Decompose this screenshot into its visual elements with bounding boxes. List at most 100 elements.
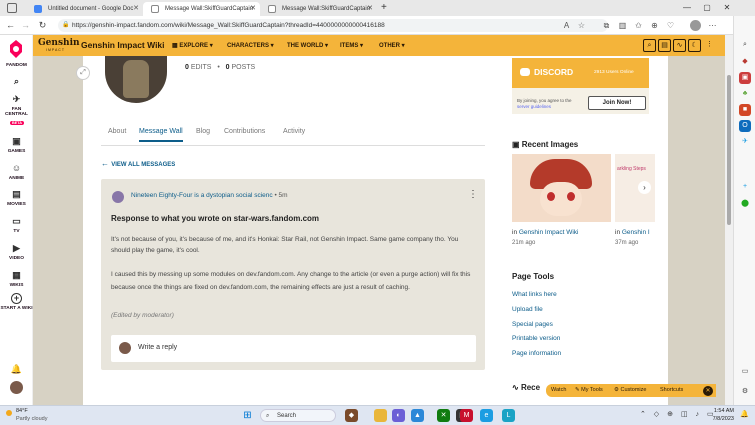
back-icon[interactable]: ← (4, 19, 17, 32)
favorites-icon[interactable]: ✩ (632, 19, 645, 32)
browser-tab-message-wall[interactable]: Message Wall:SkiffGuardCaptain ✕ (260, 2, 377, 16)
dark-mode-icon[interactable]: ☾ (688, 39, 701, 52)
wiki-search-icon[interactable]: ⌕ (643, 39, 656, 52)
sidebar-extra-icon[interactable]: ⬤ (739, 198, 751, 210)
wiki-logo[interactable]: Genshin IMPACT (38, 38, 80, 53)
more-menu-icon[interactable]: ⋮ (703, 39, 716, 52)
thread-author[interactable]: Nineteen Eighty-Four is a dystopian soci… (131, 192, 273, 199)
tools-icon[interactable]: ▣ (739, 72, 751, 84)
view-all-messages-link[interactable]: ← VIEW ALL MESSAGES (101, 159, 175, 168)
tray-icons[interactable]: ⌃ ◇ ⊕ ◫ ♪ ▭ (640, 410, 717, 418)
drop-icon[interactable]: ✈ (739, 136, 751, 148)
notifications-icon[interactable]: 🔔 (740, 410, 749, 418)
browser-essentials-icon[interactable]: ♡ (664, 19, 677, 32)
nav-characters[interactable]: CHARACTERS ▾ (227, 42, 274, 49)
wiki-activity-icon[interactable]: ∿ (673, 39, 686, 52)
page-tool-printable-version[interactable]: Printable version (512, 335, 560, 342)
taskbar-app-chat-icon[interactable]: ◐ (392, 409, 405, 422)
rail-item-anime[interactable]: ☺ ANIME (0, 162, 33, 181)
browser-tab-google-doc[interactable]: Untitled document - Google Doc ✕ (26, 2, 143, 16)
recent-image-1[interactable] (512, 154, 611, 222)
wiki-title[interactable]: Genshin Impact Wiki (81, 40, 165, 50)
collections-icon[interactable]: ⊕ (648, 19, 661, 32)
extensions-icon[interactable]: ⧉ (600, 19, 613, 32)
nav-the-world[interactable]: THE WORLD ▾ (287, 42, 328, 49)
my-tools-button[interactable]: ✎ My Tools (575, 384, 603, 397)
rail-item-wikis[interactable]: ▦ WIKIS (0, 269, 33, 288)
add-icon[interactable]: + (739, 181, 751, 193)
page-tool-page-information[interactable]: Page information (512, 350, 561, 357)
collapse-sidebar-icon[interactable]: ▭ (739, 366, 751, 378)
image-wiki-link[interactable]: Genshin Impact Wiki (519, 229, 579, 236)
maximize-icon[interactable]: ▢ (700, 2, 714, 14)
refresh-icon[interactable]: ↻ (36, 19, 49, 32)
rail-item-video[interactable]: ▶ VIDEO (0, 242, 33, 261)
tab-blog[interactable]: Blog (196, 128, 210, 135)
customize-button[interactable]: ⚙ Customize (614, 384, 646, 397)
carousel-next-button[interactable]: › (638, 181, 651, 194)
tab-activity[interactable]: Activity (283, 128, 305, 135)
read-aloud-icon[interactable]: A (560, 19, 573, 32)
image-wiki-link[interactable]: Genshin I (622, 229, 650, 236)
url-field[interactable]: 🔒 https://genshin-impact.fandom.com/wiki… (58, 19, 608, 32)
microsoft-365-icon[interactable]: ■ (739, 104, 751, 116)
tab-actions-icon[interactable] (7, 3, 17, 13)
rail-item-start-a-wiki[interactable]: + START A WIKI (0, 293, 33, 311)
rail-item-games[interactable]: ▣ GAMES (0, 135, 33, 154)
shortcuts-button[interactable]: Shortcuts (660, 384, 683, 397)
notifications-bell-icon[interactable]: 🔔 (0, 363, 33, 377)
weather-widget[interactable]: 84°F Partly cloudy (6, 407, 48, 423)
taskbar-search[interactable]: ⌕ Search (260, 409, 336, 422)
outlook-icon[interactable]: O (739, 120, 751, 132)
profile-avatar-icon[interactable] (690, 20, 701, 31)
thread-options-icon[interactable]: ⋮ (468, 189, 478, 200)
shopping-icon[interactable]: ◆ (739, 56, 751, 68)
rail-item-tv[interactable]: ▭ TV (0, 215, 33, 234)
watch-button[interactable]: Watch (551, 384, 566, 397)
nav-explore[interactable]: ▦ EXPLORE ▾ (172, 42, 213, 49)
taskbar-clock[interactable]: 1:54 AM 7/8/2023 (708, 407, 734, 423)
page-tool-special-pages[interactable]: Special pages (512, 321, 553, 328)
wiki-content-icon[interactable]: ▤ (658, 39, 671, 52)
windows-start-icon[interactable]: ⊞ (241, 409, 254, 422)
server-guidelines-link[interactable]: server guidelines (517, 104, 551, 109)
close-tab-icon[interactable]: ✕ (367, 2, 373, 16)
close-window-icon[interactable]: ✕ (720, 2, 734, 14)
rail-item-movies[interactable]: ▤ MOVIES (0, 188, 33, 207)
rail-item-fan-central[interactable]: ✈ FAN CENTRAL BETA (0, 93, 33, 125)
author-avatar[interactable] (112, 191, 124, 203)
page-tool-what-links-here[interactable]: What links here (512, 291, 557, 298)
close-tab-icon[interactable]: ✕ (250, 2, 256, 16)
fullscreen-icon[interactable]: ⤢ (76, 66, 90, 80)
fandom-logo[interactable] (8, 39, 24, 59)
taskbar-app-photos-icon[interactable]: ▲ (411, 409, 424, 422)
tab-message-wall[interactable]: Message Wall (139, 128, 183, 142)
taskbar-app-mcafee-icon[interactable]: M (460, 409, 473, 422)
reply-box[interactable]: Write a reply (111, 335, 476, 362)
settings-gear-icon[interactable]: ⚙ (739, 386, 751, 398)
favorite-star-icon[interactable]: ☆ (575, 19, 588, 32)
nav-items[interactable]: ITEMS ▾ (340, 42, 363, 49)
nav-other[interactable]: OTHER ▾ (379, 42, 405, 49)
discord-join-button[interactable]: Join Now! (588, 96, 646, 110)
scrollbar-thumb[interactable] (727, 75, 731, 225)
tab-contributions[interactable]: Contributions (224, 128, 265, 135)
user-avatar[interactable] (10, 381, 23, 394)
taskbar-app-l-icon[interactable]: L (502, 409, 515, 422)
new-tab-button[interactable]: + (381, 2, 387, 14)
page-scrollbar[interactable] (725, 35, 733, 405)
search-icon[interactable]: ⌕ (0, 75, 33, 89)
taskbar-app-file-explorer-icon[interactable] (374, 409, 387, 422)
search-icon[interactable]: ⌕ (739, 39, 751, 51)
taskbar-app-games-icon[interactable]: ◆ (345, 409, 358, 422)
taskbar-app-xbox-icon[interactable]: ✕ (437, 409, 450, 422)
close-tab-icon[interactable]: ✕ (133, 2, 139, 16)
page-tool-upload-file[interactable]: Upload file (512, 306, 543, 313)
tab-about[interactable]: About (108, 128, 126, 135)
minimize-icon[interactable]: — (680, 2, 694, 14)
forward-icon[interactable]: → (19, 19, 32, 32)
browser-tab-message-wall-active[interactable]: Message Wall:SkiffGuardCaptain ✕ (143, 2, 260, 16)
taskbar-app-edge-icon[interactable]: e (480, 409, 493, 422)
more-options-icon[interactable]: ⋯ (706, 19, 719, 32)
close-toolbar-icon[interactable]: ✕ (703, 386, 713, 396)
